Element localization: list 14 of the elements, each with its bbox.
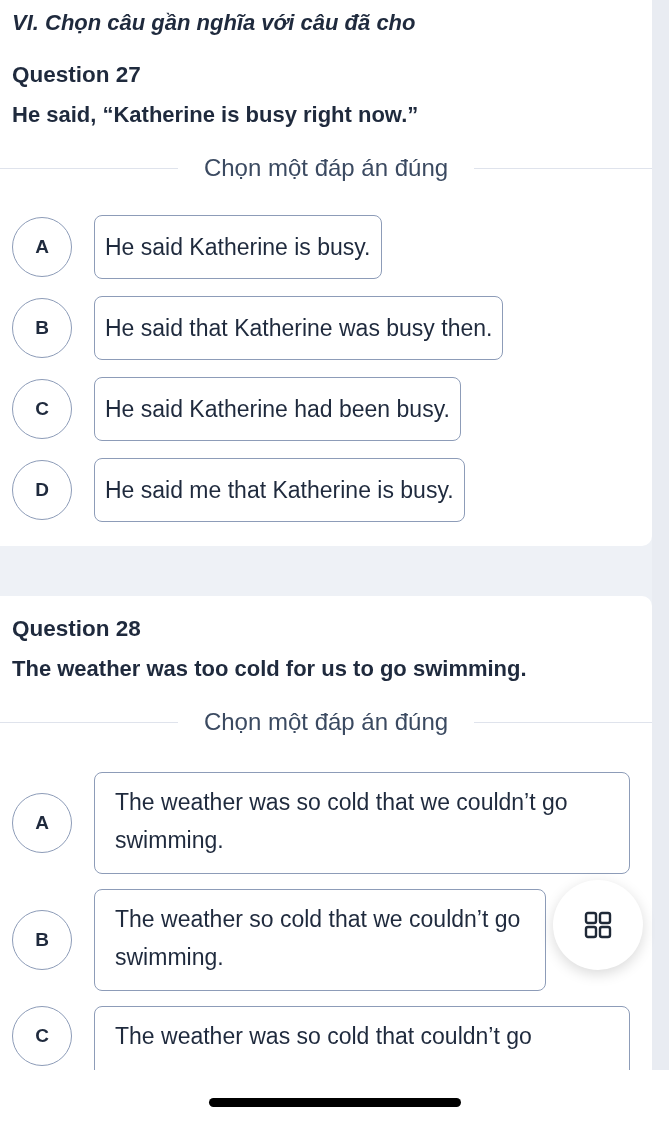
answer-option[interactable]: He said Katherine is busy. — [94, 215, 382, 279]
question-number: Question 28 — [11, 615, 142, 643]
question-number: Question 27 — [11, 61, 142, 89]
answer-option[interactable]: He said that Katherine was busy then. — [94, 296, 504, 360]
instruction-label: Chọn một đáp án đúng — [203, 154, 449, 182]
question-prompt: He said, “Katherine is busy right now.” — [11, 101, 420, 129]
instruction-label: Chọn một đáp án đúng — [203, 708, 449, 736]
grid-icon — [583, 910, 613, 940]
section-title: VI. Chọn câu gần nghĩa với câu đã cho — [11, 9, 417, 37]
answer-option[interactable]: The weather was so cold that we couldn’t go swimming. — [94, 772, 630, 874]
answer-option[interactable]: The weather so cold that we couldn’t go swimming. — [94, 889, 546, 991]
question-prompt: The weather was too cold for us to go swimming. — [11, 655, 528, 683]
answer-option[interactable]: He said me that Katherine is busy. — [94, 458, 465, 522]
answer-option[interactable]: He said Katherine had been busy. — [94, 377, 461, 441]
